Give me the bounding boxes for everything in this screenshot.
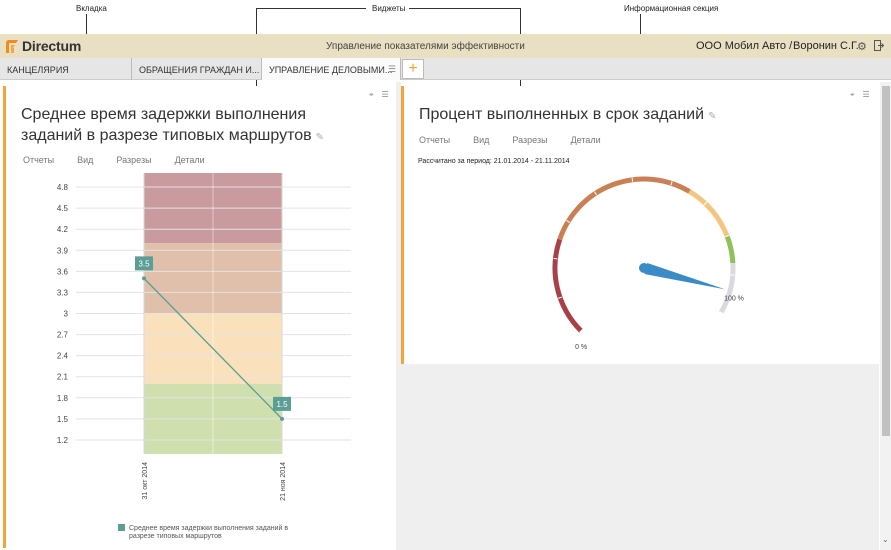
gauge-segment bbox=[557, 176, 691, 241]
menu-slices[interactable]: Разрезы bbox=[512, 135, 547, 145]
percent-gauge: 0 % 100 % bbox=[552, 176, 744, 351]
app-title: Управление показателями эффективности bbox=[326, 41, 525, 52]
y-tick-label: 1.5 bbox=[57, 415, 69, 424]
gauge-segment bbox=[718, 262, 736, 314]
annotation-info: Информационная секция bbox=[624, 4, 719, 13]
annotation-widgets: Виджеты bbox=[372, 4, 406, 13]
user-name[interactable]: Воронин С.Г. bbox=[793, 40, 859, 52]
menu-details[interactable]: Детали bbox=[571, 135, 601, 145]
legend-swatch bbox=[118, 524, 125, 531]
tab-business-management[interactable]: УПРАВЛЕНИЕ ДЕЛОВЫМИ... ☰ bbox=[262, 58, 401, 80]
pin-icon[interactable]: ⌖ bbox=[850, 90, 855, 99]
y-tick-label: 3.6 bbox=[57, 267, 69, 276]
gauge-tick bbox=[631, 177, 634, 182]
tab-label: КАНЦЕЛЯРИЯ bbox=[7, 65, 69, 75]
y-tick-label: 1.8 bbox=[57, 394, 69, 403]
menu-reports[interactable]: Отчеты bbox=[419, 135, 450, 145]
widget-menu: Отчеты Вид Разрезы Детали bbox=[419, 135, 624, 145]
widget-menu: Отчеты Вид Разрезы Детали bbox=[23, 155, 228, 165]
widget-tools: ⌖ ☰ bbox=[369, 90, 389, 100]
y-tick-label: 4.2 bbox=[57, 225, 69, 234]
menu-view[interactable]: Вид bbox=[473, 135, 489, 145]
widget-title-text: Процент выполненных в срок заданий bbox=[419, 106, 705, 123]
annotation-widgets-line-h1 bbox=[256, 8, 366, 9]
y-tick-label: 3.9 bbox=[57, 246, 69, 255]
logout-icon[interactable] bbox=[874, 40, 885, 54]
scrollbar-thumb[interactable] bbox=[882, 86, 890, 436]
y-tick-label: 2.1 bbox=[57, 373, 69, 382]
edit-title-icon[interactable]: ✎ bbox=[316, 132, 324, 143]
widget-menu-icon[interactable]: ☰ bbox=[863, 90, 870, 99]
x-tick-label: 21 ноя 2014 bbox=[280, 462, 287, 501]
x-tick-label: 31 окт 2014 bbox=[142, 462, 149, 500]
widget-tools: ⌖ ☰ bbox=[850, 90, 870, 100]
delay-line-chart: 4.8 4.5 4.2 3.9 3.6 3.3 3 2.7 2.4 2.1 1.8 1.5 1.2 3.5… bbox=[57, 173, 351, 540]
edit-title-icon[interactable]: ✎ bbox=[708, 111, 716, 122]
y-tick-label: 2.4 bbox=[57, 352, 69, 361]
gauge-segment bbox=[688, 189, 730, 238]
legend-label-line2: разрезе типовых маршрутов bbox=[129, 533, 222, 540]
tab-appeals[interactable]: ОБРАЩЕНИЯ ГРАЖДАН И... bbox=[132, 58, 262, 80]
tab-label: УПРАВЛЕНИЕ ДЕЛОВЫМИ... bbox=[269, 65, 393, 75]
tab-office[interactable]: КАНЦЕЛЯРИЯ bbox=[0, 58, 132, 80]
empty-area bbox=[399, 364, 879, 550]
gear-icon[interactable]: ⚙ bbox=[857, 40, 867, 53]
annotation-widgets-line-h2 bbox=[409, 8, 521, 9]
y-tick-label: 4.5 bbox=[57, 204, 69, 213]
menu-view[interactable]: Вид bbox=[77, 155, 93, 165]
pin-icon[interactable]: ⌖ bbox=[369, 90, 374, 99]
gauge-min-label: 0 % bbox=[575, 344, 587, 351]
gauge-needle bbox=[644, 262, 726, 290]
tab-menu-icon[interactable]: ☰ bbox=[388, 64, 396, 75]
period-text: Рассчитано за период: 21.01.2014 - 21.11… bbox=[418, 158, 570, 165]
widget-delay-time: ⌖ ☰ Среднее время задержки выполнения зад… bbox=[3, 86, 396, 548]
gauge-hub bbox=[639, 263, 649, 273]
logo-text: Directum bbox=[22, 38, 82, 54]
y-tick-label: 1.2 bbox=[57, 436, 69, 445]
legend-label-line1: Среднее время задержки выполнения задани… bbox=[129, 524, 288, 532]
data-point bbox=[142, 276, 146, 281]
widget-title-text: Среднее время задержки выполнения задани… bbox=[21, 106, 312, 144]
widget-title: Среднее время задержки выполнения задани… bbox=[21, 104, 371, 148]
tab-label: ОБРАЩЕНИЯ ГРАЖДАН И... bbox=[139, 65, 260, 75]
data-label: 1.5 bbox=[276, 400, 288, 409]
app-header: Directum Управление показателями эффекти… bbox=[0, 34, 891, 58]
widget-on-time-percent: ⌖ ☰ Процент выполненных в срок заданий ✎ О… bbox=[401, 86, 877, 364]
scrollbar[interactable]: ⌄ bbox=[880, 82, 891, 550]
data-point bbox=[280, 416, 284, 421]
scroll-down-icon[interactable]: ⌄ bbox=[882, 535, 889, 544]
y-tick-label: 3.3 bbox=[57, 288, 69, 297]
logo[interactable]: Directum bbox=[5, 38, 81, 54]
menu-details[interactable]: Детали bbox=[175, 155, 205, 165]
annotation-tab: Вкладка bbox=[76, 4, 107, 13]
menu-reports[interactable]: Отчеты bbox=[23, 155, 54, 165]
widget-menu-icon[interactable]: ☰ bbox=[382, 90, 389, 99]
widget-title: Процент выполненных в срок заданий ✎ bbox=[419, 104, 839, 127]
menu-slices[interactable]: Разрезы bbox=[116, 155, 151, 165]
organization-link[interactable]: ООО Мобил Авто / bbox=[696, 40, 792, 52]
directum-logo-icon bbox=[6, 39, 18, 53]
gauge-max-label: 100 % bbox=[724, 296, 744, 303]
y-tick-label: 2.7 bbox=[57, 331, 69, 340]
add-tab-button[interactable]: + bbox=[402, 59, 424, 79]
y-tick-label: 4.8 bbox=[57, 183, 69, 192]
data-label: 3.5 bbox=[138, 259, 150, 268]
gauge-segment bbox=[552, 238, 583, 333]
y-tick-label: 3 bbox=[64, 310, 69, 319]
tab-bar: КАНЦЕЛЯРИЯ ОБРАЩЕНИЯ ГРАЖДАН И... УПРАВЛ… bbox=[0, 58, 891, 80]
gauge-segment bbox=[724, 235, 736, 264]
